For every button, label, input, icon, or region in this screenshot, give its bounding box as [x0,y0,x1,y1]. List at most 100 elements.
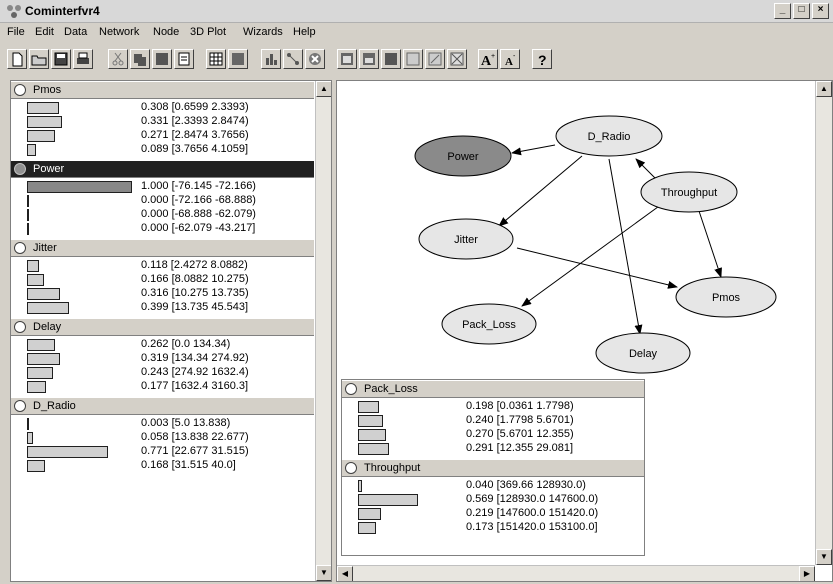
save-icon[interactable] [51,49,71,69]
probability-bar [358,522,376,534]
probability-bar [27,460,45,472]
new-file-icon[interactable] [7,49,27,69]
state-probability-label: 0.089 [3.7656 4.1059] [141,143,249,155]
font-decrease-icon[interactable]: A- [500,49,520,69]
clipboard-icon[interactable] [174,49,194,69]
state-probability-label: 0.316 [10.275 13.735) [141,287,249,299]
window-view-icon-2[interactable] [359,49,379,69]
node-name: D_Radio [33,400,76,412]
probability-bar [358,480,362,492]
cut-icon[interactable] [108,49,128,69]
window-view-icon-4[interactable] [403,49,423,69]
node-radio-button[interactable] [345,462,357,474]
probability-bar [358,429,386,441]
delete-icon[interactable] [305,49,325,69]
node-name: Pmos [33,84,62,96]
state-probability-label: 0.058 [13.838 22.677) [141,431,249,443]
help-icon[interactable]: ? [532,49,552,69]
menu-wizards[interactable]: Wizards [243,26,283,38]
state-probability-label: 0.240 [1.7798 5.6701) [466,414,574,426]
menu-file[interactable]: File [7,26,25,38]
node-header-jitter[interactable]: Jitter [11,239,314,257]
close-view-icon[interactable] [447,49,467,69]
node-header-pmos[interactable]: Pmos [11,81,314,99]
menu-3d-plot[interactable]: 3D Plot [190,26,226,38]
node-header-d_radio[interactable]: D_Radio [11,397,314,415]
menu-edit[interactable]: Edit [35,26,54,38]
node-header-power[interactable]: Power [11,160,314,178]
state-probability-label: 0.173 [151420.0 153100.0] [466,521,598,533]
state-probability-label: 0.569 [128930.0 147600.0) [466,493,599,505]
graph-node-label: Pack_Loss [462,319,516,331]
paste-icon[interactable] [152,49,172,69]
edge-throughput-d_radio [635,158,656,179]
open-folder-icon[interactable] [29,49,49,69]
maximize-button[interactable]: □ [793,3,810,19]
copy-icon[interactable] [130,49,150,69]
node-header-pack_loss[interactable]: Pack_Loss [342,380,644,398]
menu-help[interactable]: Help [293,26,316,38]
font-increase-icon[interactable]: A + [478,49,498,69]
graph-node-delay[interactable]: Delay [595,332,691,374]
right-vertical-scrollbar[interactable]: ▲ ▼ [815,81,832,565]
horizontal-scrollbar[interactable]: ◀ ▶ [337,565,815,581]
minimize-button[interactable]: _ [774,3,791,19]
left-vertical-scrollbar[interactable]: ▲ ▼ [315,81,331,581]
state-probability-label: 0.262 [0.0 134.34) [141,338,231,350]
graph-node-power[interactable]: Power [414,135,512,177]
node-header-throughput[interactable]: Throughput [342,459,644,477]
link-icon[interactable] [283,49,303,69]
scroll-up-icon[interactable]: ▲ [816,81,832,97]
print-icon[interactable] [73,49,93,69]
app-icon [7,5,21,18]
probability-bar [27,418,29,430]
state-probability-label: 0.198 [0.0361 1.7798) [466,400,574,412]
window-view-icon-1[interactable] [337,49,357,69]
state-probability-label: 0.219 [147600.0 151420.0) [466,507,599,519]
node-radio-button[interactable] [14,400,26,412]
window-view-icon-3[interactable] [381,49,401,69]
menu-node[interactable]: Node [153,26,179,38]
scroll-down-icon[interactable]: ▼ [816,549,832,565]
node-radio-button[interactable] [14,321,26,333]
state-probability-label: 0.291 [12.355 29.081] [466,442,574,454]
window-title: Cominterfvr4 [25,4,100,18]
node-name: Throughput [364,462,421,474]
graph-node-pmos[interactable]: Pmos [675,276,777,318]
graph-node-d-radio[interactable]: D_Radio [555,115,663,157]
svg-text:?: ? [538,52,547,68]
node-radio-button[interactable] [14,163,26,175]
state-probability-label: 0.003 [5.0 13.838) [141,417,231,429]
probability-bar [27,353,60,365]
scroll-up-icon[interactable]: ▲ [316,81,331,97]
menu-data[interactable]: Data [64,26,87,38]
table-icon[interactable] [206,49,226,69]
scroll-right-icon[interactable]: ▶ [799,566,815,581]
node-chart-icon[interactable] [261,49,281,69]
scroll-left-icon[interactable]: ◀ [337,566,353,581]
probability-bar [27,209,29,221]
probability-bar [27,260,39,272]
probability-bar [27,130,55,142]
state-probability-label: 0.399 [13.735 45.543] [141,301,249,313]
graph-node-label: Delay [629,348,658,360]
toolbar: A + A- ? [0,44,833,74]
graph-node-jitter[interactable]: Jitter [418,218,514,260]
graph-node-pack-loss[interactable]: Pack_Loss [441,303,537,345]
grid-icon[interactable] [228,49,248,69]
node-radio-button[interactable] [345,383,357,395]
node-header-delay[interactable]: Delay [11,318,314,336]
scroll-down-icon[interactable]: ▼ [316,565,331,581]
node-radio-button[interactable] [14,242,26,254]
menu-network[interactable]: Network [99,26,139,38]
state-probability-label: 1.000 [-76.145 -72.166) [141,180,256,192]
probability-bar [27,195,29,207]
node-radio-button[interactable] [14,84,26,96]
graph-node-throughput[interactable]: Throughput [640,171,738,213]
probability-bar [27,102,59,114]
window-view-icon-5[interactable] [425,49,445,69]
close-button[interactable]: × [812,3,829,19]
state-probability-label: 0.166 [8.0882 10.275) [141,273,249,285]
edge-throughput-pack_loss [521,203,663,307]
probability-bar [27,288,60,300]
